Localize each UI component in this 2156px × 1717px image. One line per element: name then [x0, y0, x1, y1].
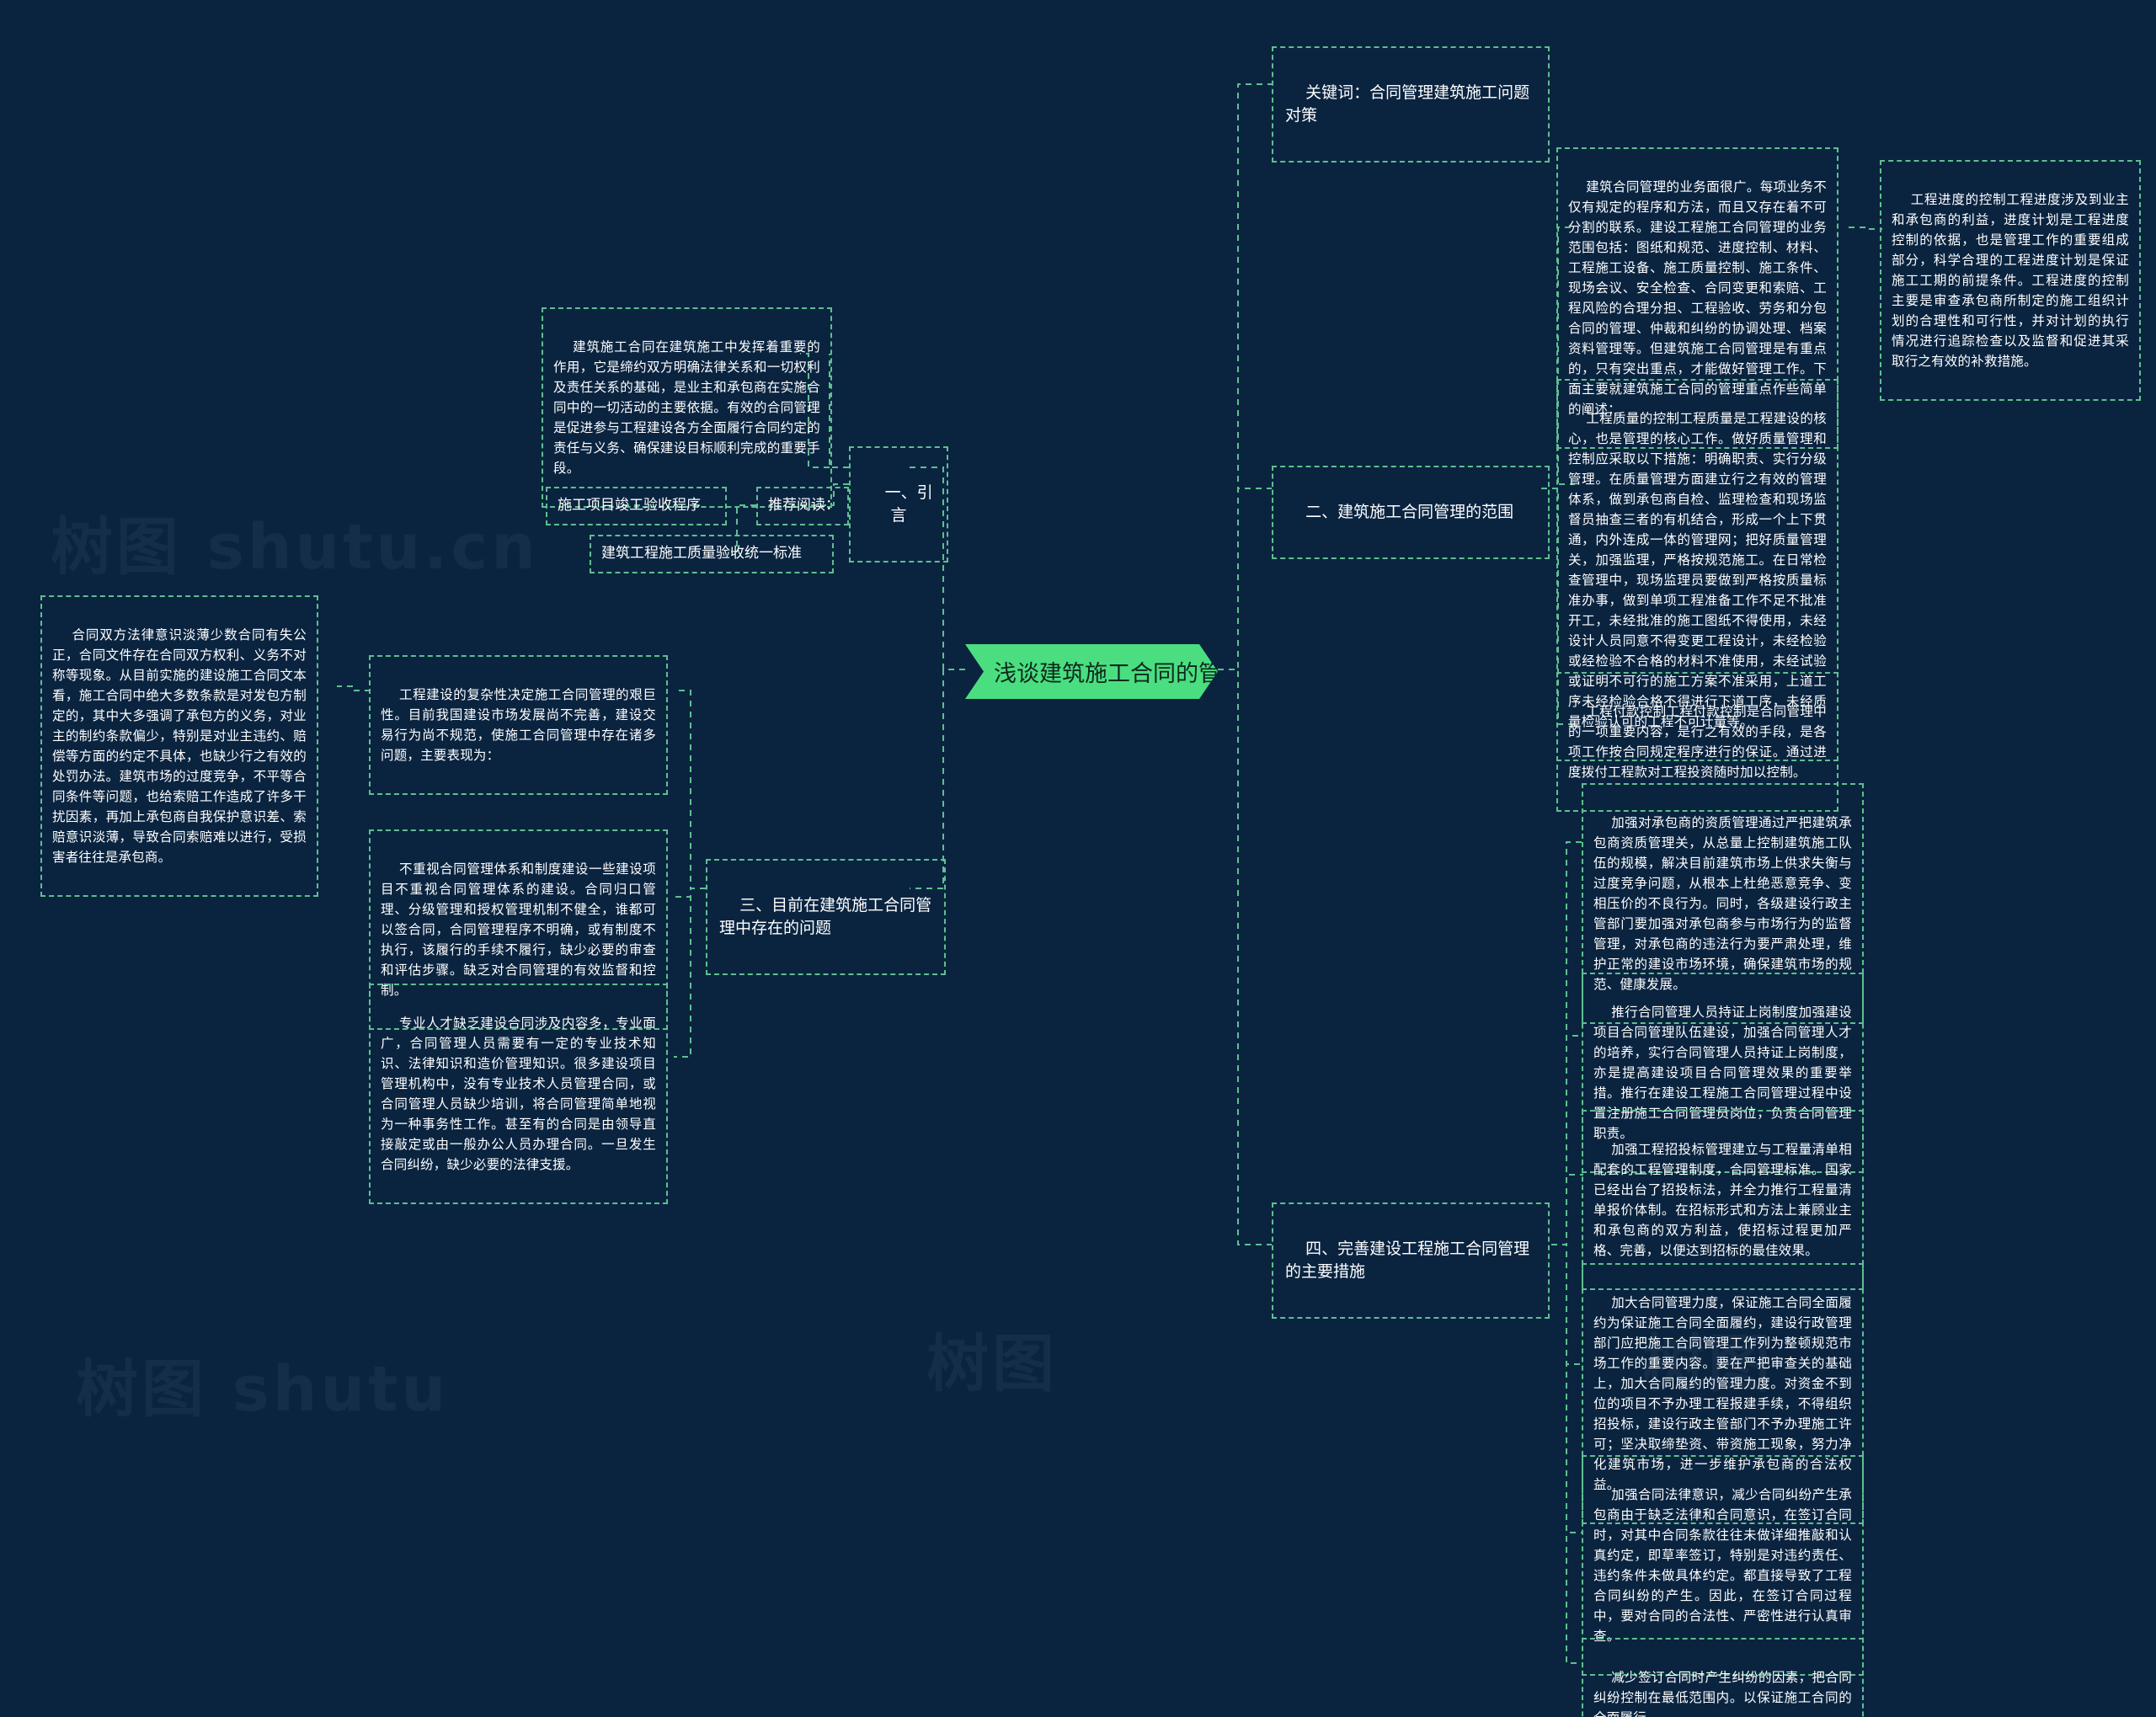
scope-item-text: 工程进度的控制工程进度涉及到业主和承包商的利益，进度计划是工程进度控制的依据，也…: [1892, 192, 2130, 370]
branch-scope-label: 二、建筑施工合同管理的范围: [1305, 502, 1514, 521]
intro-body[interactable]: 建筑施工合同在建筑施工中发挥着重要的作用，它是缔约双方明确法律关系和一切权利及责…: [542, 307, 832, 509]
problem-item-text: 合同双方法律意识淡薄少数合同有失公正，合同文件存在合同双方权利、义务不对称等现象…: [52, 627, 307, 866]
recommend-label-text: 推荐阅读：: [768, 497, 840, 514]
branch-problems-label: 三、目前在建筑施工合同管理中存在的问题: [719, 895, 932, 938]
measure-item-text: 加强工程招投标管理建立与工程量清单相配套的工程管理制度，合同管理标准。国家已经出…: [1593, 1142, 1852, 1259]
branch-intro[interactable]: 一、引言: [849, 446, 948, 563]
measure-item-text: 减少签订合同时产生纠纷的因素，把合同纠纷控制在最低范围内。以保证施工合同的全面履…: [1593, 1670, 1852, 1717]
problem-item-legal-awareness[interactable]: 合同双方法律意识淡薄少数合同有失公正，合同文件存在合同双方权利、义务不对称等现象…: [40, 595, 318, 898]
measure-item-text: 加强对承包商的资质管理通过严把建筑承包商资质管理关，从总量上控制建筑施工队伍的规…: [1593, 815, 1852, 993]
problem-item-text: 专业人才缺乏建设合同涉及内容多，专业面广，合同管理人员需要有一定的专业技术知识、…: [381, 1016, 656, 1173]
branch-measures[interactable]: 四、完善建设工程施工合同管理的主要措施: [1272, 1202, 1550, 1320]
watermark: 树图: [926, 1314, 1058, 1404]
branch-intro-label: 一、引言: [884, 483, 933, 525]
intro-recommend-item-acceptance[interactable]: 施工项目竣工验收程序: [546, 487, 727, 525]
intro-recommend-label[interactable]: 推荐阅读：: [756, 487, 849, 525]
scope-item-progress-control[interactable]: 工程进度的控制工程进度涉及到业主和承包商的利益，进度计划是工程进度控制的依据，也…: [1880, 160, 2141, 402]
watermark: 树图 shutu: [76, 1339, 449, 1429]
intro-recommend-item-quality-standard[interactable]: 建筑工程施工质量验收统一标准: [590, 535, 834, 573]
branch-keywords[interactable]: 关键词：合同管理建筑施工问题对策: [1272, 46, 1550, 163]
measure-item-text: 加强合同法律意识，减少合同纠纷产生承包商由于缺乏法律和合同意识，在签订合同时，对…: [1593, 1487, 1852, 1645]
problem-item-text: 工程建设的复杂性决定施工合同管理的艰巨性。目前我国建设市场发展尚不完善，建设交易…: [381, 687, 656, 764]
branch-scope[interactable]: 二、建筑施工合同管理的范围: [1272, 466, 1550, 559]
recommend-item-text: 建筑工程施工质量验收统一标准: [601, 545, 802, 562]
recommend-item-text: 施工项目竣工验收程序: [558, 497, 701, 514]
scope-item-text: 工程付款控制工程付款控制是合同管理中的一项重要内容，是行之有效的手段，是各项工作…: [1568, 704, 1827, 781]
problem-item-text: 不重视合同管理体系和制度建设一些建设项目不重视合同管理体系的建设。合同归口管理、…: [381, 861, 656, 999]
branch-measures-label: 四、完善建设工程施工合同管理的主要措施: [1285, 1239, 1530, 1282]
measure-item-reduce-disputes[interactable]: 减少签订合同时产生纠纷的因素，把合同纠纷控制在最低范围内。以保证施工合同的全面履…: [1582, 1638, 1864, 1717]
problem-item-lack-of-talent[interactable]: 专业人才缺乏建设合同涉及内容多，专业面广，合同管理人员需要有一定的专业技术知识、…: [369, 984, 668, 1205]
intro-body-text: 建筑施工合同在建筑施工中发挥着重要的作用，它是缔约双方明确法律关系和一切权利及责…: [553, 339, 820, 477]
watermark: 树图 shutu.cn: [51, 497, 539, 587]
root-node[interactable]: 浅谈建筑施工合同的管理: [965, 644, 1218, 699]
problem-item-complexity[interactable]: 工程建设的复杂性决定施工合同管理的艰巨性。目前我国建设市场发展尚不完善，建设交易…: [369, 655, 668, 796]
branch-keywords-label: 关键词：合同管理建筑施工问题对策: [1285, 83, 1530, 125]
branch-problems[interactable]: 三、目前在建筑施工合同管理中存在的问题: [706, 859, 946, 976]
mindmap-canvas: 树图 shutu.cn 树图 shutu 树图 树图: [0, 0, 2156, 1717]
